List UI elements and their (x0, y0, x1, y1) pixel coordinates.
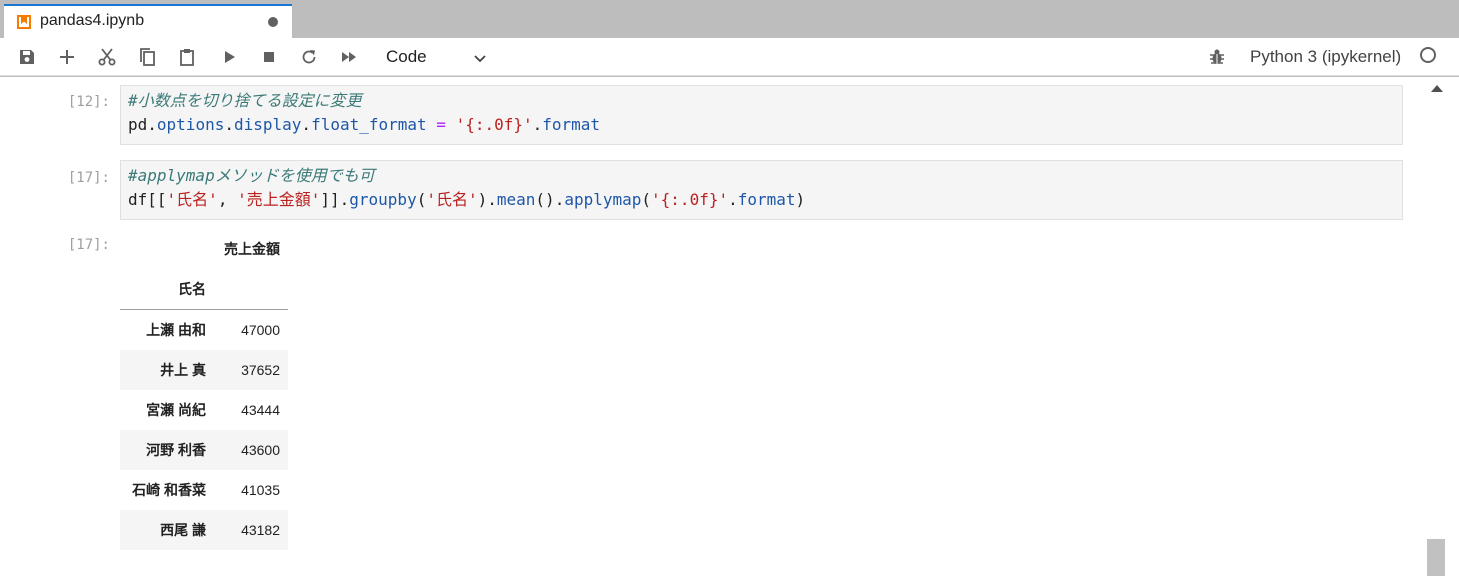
cell-prompt: [12]: (67, 94, 110, 110)
row-index: 河野 利香 (146, 442, 206, 458)
scroll-up-arrow-icon[interactable] (1431, 85, 1443, 92)
code-token: , (217, 190, 238, 209)
code-token: df[[ (128, 190, 167, 209)
notebook-tab[interactable]: pandas4.ipynb (4, 4, 292, 38)
row-value: 43600 (241, 442, 280, 458)
cut-button[interactable] (96, 46, 118, 68)
table-header-blank (214, 269, 288, 310)
clipboard-icon (180, 49, 194, 66)
table-row: 石崎 和香菜 41035 (120, 470, 288, 510)
dataframe-output: 売上金額 氏名 上瀬 由和 47000 井上 真 37652 宮瀬 尚紀 434… (120, 229, 288, 550)
chevron-down-icon (474, 55, 486, 63)
code-token: applymap (564, 190, 642, 209)
notebook-panel: [12]: #小数点を切り捨てる設定に変更 pd.options.display… (0, 77, 1424, 576)
code-token: . (301, 115, 312, 134)
scissors-icon (98, 48, 116, 66)
restart-run-all-button[interactable] (338, 46, 360, 68)
table-row: 井上 真 37652 (120, 350, 288, 390)
run-button[interactable] (218, 46, 240, 68)
column-header: 売上金額 (224, 241, 280, 257)
row-value: 37652 (241, 362, 280, 378)
row-value: 43182 (241, 522, 280, 538)
tab-bar: pandas4.ipynb (0, 0, 1459, 38)
cell-prompt: [17]: (67, 170, 110, 186)
code-token: . (532, 115, 543, 134)
code-comment: #applymapメソッドを使用でも可 (128, 166, 375, 185)
fast-forward-icon (342, 52, 356, 62)
code-token: '氏名' (426, 190, 478, 209)
row-index: 井上 真 (160, 362, 206, 378)
row-index: 西尾 謙 (160, 522, 206, 538)
table-corner (120, 229, 214, 269)
save-icon (20, 50, 34, 64)
notebook-toolbar: Code Python 3 (ipykernel) (0, 38, 1459, 76)
code-token: ]]. (320, 190, 350, 209)
code-token: '売上金額' (237, 190, 321, 209)
code-token: '{:.0f}' (455, 115, 533, 134)
bug-icon (1210, 49, 1224, 64)
code-token: (). (535, 190, 565, 209)
code-token: . (224, 115, 234, 134)
row-index: 石崎 和香菜 (132, 482, 206, 498)
play-icon (225, 51, 235, 63)
code-token: . (147, 115, 157, 134)
refresh-icon (302, 50, 316, 64)
paste-button[interactable] (176, 46, 198, 68)
notebook-icon (16, 14, 32, 30)
cell-type-dropdown[interactable]: Code (378, 43, 494, 71)
table-row: 宮瀬 尚紀 43444 (120, 390, 288, 430)
kernel-name[interactable]: Python 3 (ipykernel) (1250, 47, 1401, 67)
code-token: = (426, 115, 456, 134)
table-row: 上瀬 由和 47000 (120, 310, 288, 351)
cell-type-label: Code (386, 47, 427, 66)
insert-cell-button[interactable] (56, 46, 78, 68)
code-token: options (156, 115, 225, 134)
stop-icon (264, 52, 274, 62)
code-token: pd (128, 115, 148, 134)
copy-icon (140, 48, 155, 66)
interrupt-button[interactable] (258, 46, 280, 68)
row-value: 47000 (241, 322, 280, 338)
debugger-button[interactable] (1206, 46, 1228, 68)
code-token: ) (795, 190, 806, 209)
code-token: float_format (311, 115, 427, 134)
code-token: format (542, 115, 601, 134)
kernel-status-icon (1420, 47, 1436, 63)
output-prompt: [17]: (67, 237, 110, 253)
copy-button[interactable] (136, 46, 158, 68)
vertical-scrollbar[interactable] (1424, 77, 1459, 576)
restart-button[interactable] (298, 46, 320, 68)
plus-icon (60, 50, 74, 64)
code-comment: #小数点を切り捨てる設定に変更 (128, 91, 362, 110)
row-index: 宮瀬 尚紀 (146, 402, 206, 418)
code-cell[interactable]: #applymapメソッドを使用でも可 df[['氏名', '売上金額']].g… (120, 160, 1403, 220)
code-token: groupby (349, 190, 417, 209)
save-button[interactable] (16, 46, 38, 68)
code-token: display (233, 115, 302, 134)
row-index: 上瀬 由和 (146, 322, 206, 338)
unsaved-indicator-icon[interactable] (268, 17, 278, 27)
code-token: '氏名' (166, 190, 218, 209)
code-token: mean (496, 190, 536, 209)
row-value: 43444 (241, 402, 280, 418)
table-row: 西尾 謙 43182 (120, 510, 288, 550)
table-row: 河野 利香 43600 (120, 430, 288, 470)
row-value: 41035 (241, 482, 280, 498)
code-token: ( (416, 190, 427, 209)
code-token: format (737, 190, 796, 209)
code-token: ( (641, 190, 652, 209)
index-name: 氏名 (120, 269, 214, 310)
code-token: '{:.0f}' (651, 190, 729, 209)
code-token: ). (477, 190, 497, 209)
code-token: . (728, 190, 738, 209)
tab-title: pandas4.ipynb (40, 12, 145, 29)
code-cell[interactable]: #小数点を切り捨てる設定に変更 pd.options.display.float… (120, 85, 1403, 145)
scrollbar-thumb[interactable] (1427, 539, 1445, 576)
